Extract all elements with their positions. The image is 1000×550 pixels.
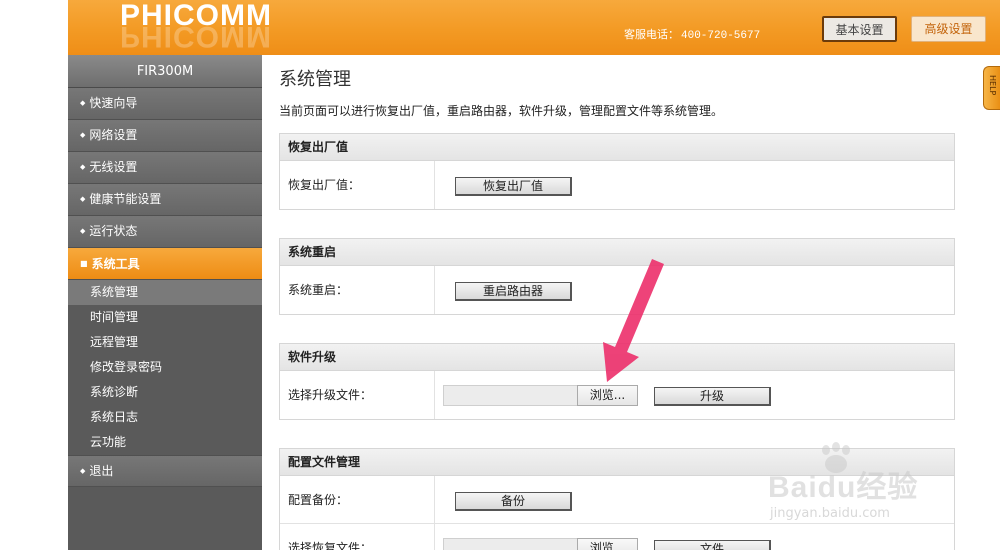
restore-browse-button[interactable]: 浏览... [577,538,638,550]
upgrade-panel: 软件升级 选择升级文件： 浏览... 升级 [279,343,955,420]
main-content: 系统管理 当前页面可以进行恢复出厂值，重启路由器，软件升级，管理配置文件等系统管… [279,55,979,550]
sidebar-item-wireless[interactable]: ◆ 无线设置 [68,152,262,184]
bullet-icon: ◆ [80,131,86,139]
form-row: 系统重启： 重启路由器 [280,266,954,314]
upgrade-button[interactable]: 升级 [654,387,771,406]
bullet-icon: ◆ [80,195,86,203]
subitem-system-management[interactable]: 系统管理 [68,280,262,305]
bullet-icon: ◆ [80,227,86,235]
bullet-icon: ◆ [80,99,86,107]
sidebar-item-exit[interactable]: ◆ 退出 [68,455,262,487]
field-label: 系统重启： [280,266,435,314]
advanced-settings-button[interactable]: 高级设置 [911,16,986,42]
subitem-system-log[interactable]: 系统日志 [68,405,262,430]
restore-button[interactable]: 文件 [654,540,771,550]
sidebar: FIR300M ◆ 快速向导 ◆ 网络设置 ◆ 无线设置 ◆ 健康节能设置 ◆ 运行状态 … [68,55,262,550]
field-label: 配置备份： [280,476,435,523]
restore-file-input[interactable] [443,538,578,550]
basic-settings-button[interactable]: 基本设置 [822,16,897,42]
subitem-cloud[interactable]: 云功能 [68,430,262,455]
backup-button[interactable]: 备份 [455,492,572,511]
sidebar-item-status[interactable]: ◆ 运行状态 [68,216,262,248]
factory-reset-button[interactable]: 恢复出厂值 [455,177,572,196]
baidu-watermark: Baidu经验 jingyan.baidu.com [768,442,1000,532]
page-title: 系统管理 [279,69,351,90]
bullet-icon: ◆ [80,467,86,475]
reboot-button[interactable]: 重启路由器 [455,282,572,301]
hotline-text: 客服电话： 400-720-5677 [624,28,761,42]
phicomm-logo: PHICOMM PHICOMM [120,0,272,52]
form-row: 选择升级文件： 浏览... 升级 [280,371,954,419]
sidebar-item-power-saving[interactable]: ◆ 健康节能设置 [68,184,262,216]
upgrade-browse-button[interactable]: 浏览... [577,385,638,406]
field-label: 选择恢复文件： [280,524,435,550]
form-row: 恢复出厂值： 恢复出厂值 [280,161,954,209]
field-label: 恢复出厂值： [280,161,435,209]
sidebar-item-quick-wizard[interactable]: ◆ 快速向导 [68,88,262,120]
bullet-icon: ◆ [80,163,86,171]
subitem-change-password[interactable]: 修改登录密码 [68,355,262,380]
subitem-time-management[interactable]: 时间管理 [68,305,262,330]
panel-header: 系统重启 [280,239,954,266]
subitem-diagnostics[interactable]: 系统诊断 [68,380,262,405]
reboot-panel: 系统重启 系统重启： 重启路由器 [279,238,955,315]
subitem-remote-management[interactable]: 远程管理 [68,330,262,355]
page-description: 当前页面可以进行恢复出厂值，重启路由器，软件升级，管理配置文件等系统管理。 [279,104,724,118]
panel-header: 软件升级 [280,344,954,371]
header-bar: PHICOMM PHICOMM 客服电话： 400-720-5677 基本设置 高… [68,0,1000,55]
help-tab[interactable]: HELP [983,66,1000,110]
upgrade-file-input[interactable] [443,385,578,406]
sidebar-item-network[interactable]: ◆ 网络设置 [68,120,262,152]
field-label: 选择升级文件： [280,371,435,419]
model-name: FIR300M [68,55,262,88]
factory-reset-panel: 恢复出厂值 恢复出厂值： 恢复出厂值 [279,133,955,210]
panel-header: 恢复出厂值 [280,134,954,161]
sidebar-item-system-tools[interactable]: ■ 系统工具 [68,248,262,280]
active-bullet-icon: ■ [80,259,88,268]
